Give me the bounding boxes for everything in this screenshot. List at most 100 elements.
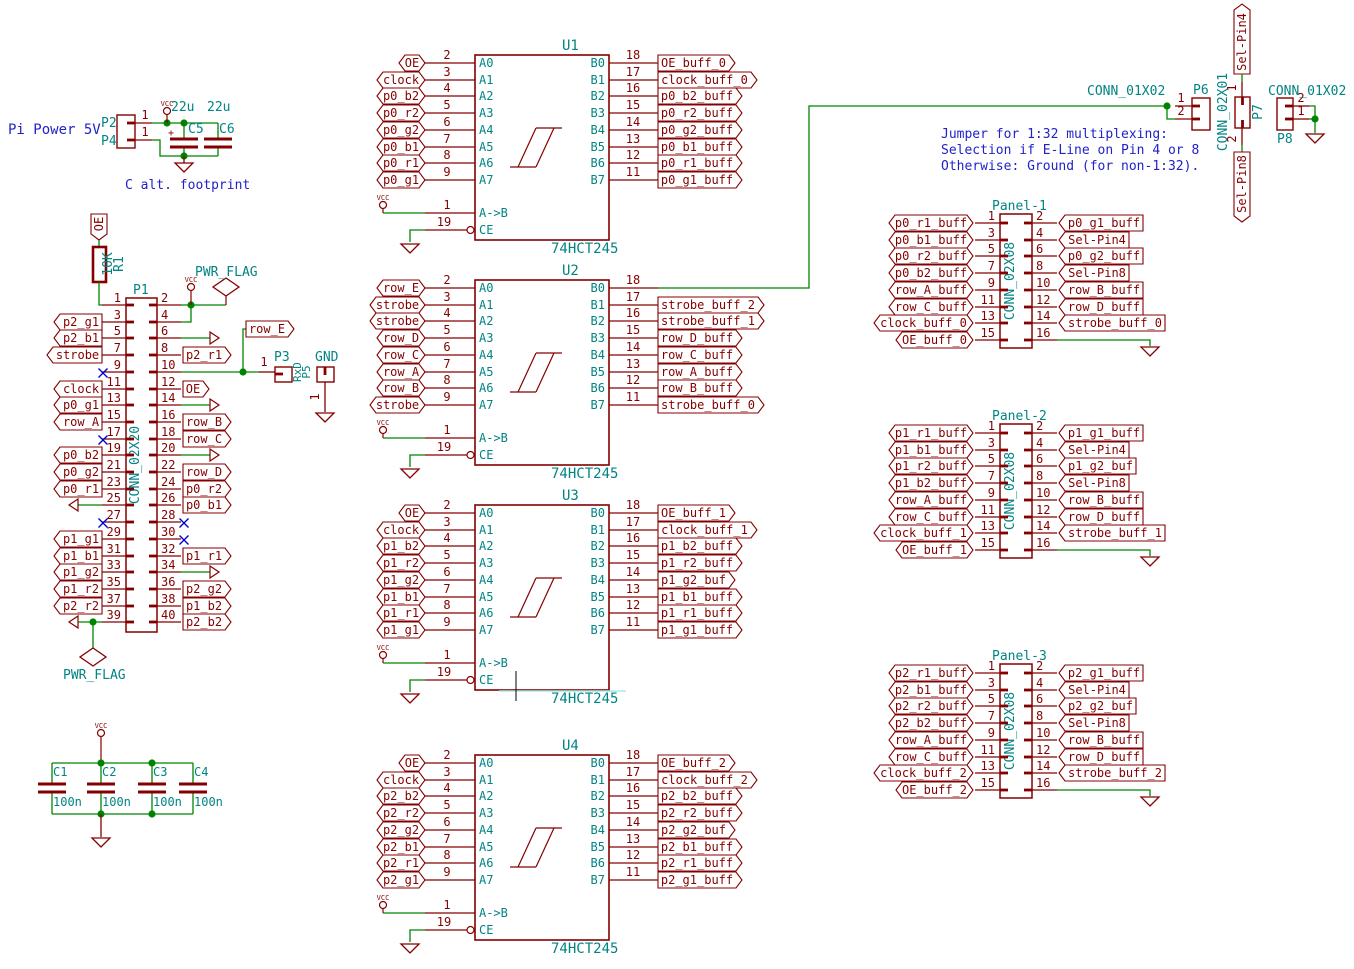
gnd-symbol[interactable] [401, 244, 419, 253]
net-label-p1_g1_buff[interactable]: p1_g1_buff [1059, 425, 1143, 441]
vcc-symbol[interactable]: VCC [95, 722, 108, 763]
net-label-strobe_buff_1[interactable]: strobe_buff_1 [1059, 525, 1165, 541]
ic-U3[interactable]: U374HCT2452A0OE18B0OE_buff_13A1clock17B1… [377, 488, 757, 707]
net-label-p1_b2[interactable]: p1_b2 [377, 538, 425, 554]
net-label-p1_g2[interactable]: p1_g2 [377, 572, 425, 588]
net-label-OE[interactable]: OE [399, 505, 425, 521]
net-label-OE[interactable]: OE [399, 55, 425, 71]
net-label-row_B[interactable]: row_B [377, 380, 425, 396]
net-label-Sel-Pin8[interactable]: Sel-Pin8 [1234, 152, 1250, 222]
gnd-symbol[interactable] [401, 469, 419, 478]
net-label-p1_g2[interactable]: p1_g2 [54, 564, 102, 580]
net-label-strobe[interactable]: strobe [47, 347, 102, 363]
net-label-p1_b1_buff[interactable]: p1_b1_buff [658, 589, 742, 605]
note-line[interactable]: Jumper for 1:32 multiplexing: [941, 127, 1168, 142]
note-c-alt[interactable]: C alt. footprint [125, 178, 250, 193]
open-arrow-flag[interactable] [69, 616, 78, 628]
net-label-strobe_buff_0[interactable]: strobe_buff_0 [658, 397, 764, 413]
net-label-p2_g2[interactable]: p2_g2 [377, 822, 425, 838]
net-label-p0_b1[interactable]: p0_b1 [183, 497, 231, 513]
net-label-p2_b2_buff[interactable]: p2_b2_buff [658, 788, 742, 804]
net-label-row_D_buff[interactable]: row_D_buff [658, 330, 742, 346]
net-label-p0_g2_buff[interactable]: p0_g2_buff [658, 122, 742, 138]
decoupling-caps[interactable]: VCCC1100nC2100nC3100nC4100n [38, 722, 223, 847]
net-label-p2_r2_buff[interactable]: p2_r2_buff [889, 698, 973, 714]
net-label-p2_g2_buf[interactable]: p2_g2_buf [1059, 698, 1136, 714]
net-label-row_C[interactable]: row_C [377, 347, 425, 363]
net-label-p0_b2_buff[interactable]: p0_b2_buff [889, 265, 973, 281]
ic-U1[interactable]: U174HCT2452A0OE18B0OE_buff_03A1clock17B1… [377, 38, 757, 257]
net-label-OE_buff_1[interactable]: OE_buff_1 [896, 542, 973, 558]
net-label-p0_b1_buff[interactable]: p0_b1_buff [889, 232, 973, 248]
net-label-strobe_buff_2[interactable]: strobe_buff_2 [658, 297, 764, 313]
net-label-row_B_buff[interactable]: row_B_buff [1059, 282, 1143, 298]
net-label-p2_b2_buff[interactable]: p2_b2_buff [889, 715, 973, 731]
net-label-p0_b2_buff[interactable]: p0_b2_buff [658, 88, 742, 104]
net-label-row_C_buff[interactable]: row_C_buff [658, 347, 742, 363]
net-label-p1_g1[interactable]: p1_g1 [377, 622, 425, 638]
vcc-symbol[interactable]: VCC [377, 194, 390, 213]
net-label-clock_buff_0[interactable]: clock_buff_0 [874, 315, 973, 331]
net-label-row_C_buff[interactable]: row_C_buff [889, 299, 973, 315]
net-label-clock_buff_1[interactable]: clock_buff_1 [658, 522, 757, 538]
net-label-Sel-Pin8[interactable]: Sel-Pin8 [1059, 475, 1129, 491]
pwr-flag-symbol[interactable]: PWR_FLAG [63, 648, 126, 683]
net-label-p0_r2_buff[interactable]: p0_r2_buff [889, 248, 973, 264]
net-label-p1_g2_buf[interactable]: p1_g2_buf [658, 572, 735, 588]
connector-body[interactable] [1192, 98, 1210, 130]
net-label-p1_b1[interactable]: p1_b1 [377, 589, 425, 605]
net-label-clock_buff_2[interactable]: clock_buff_2 [874, 765, 973, 781]
connector-Panel-3[interactable]: Panel-3CONN_02X0812p2_r1_buffp2_g1_buff3… [874, 649, 1165, 806]
net-label-row_A_buff[interactable]: row_A_buff [889, 492, 973, 508]
gnd-symbol[interactable] [175, 163, 193, 172]
net-label-p2_r1_buff[interactable]: p2_r1_buff [889, 665, 973, 681]
net-label-p2_b1_buff[interactable]: p2_b1_buff [889, 682, 973, 698]
note-pi-power[interactable]: Pi Power 5V [8, 122, 101, 138]
net-label-p2_b2[interactable]: p2_b2 [183, 614, 231, 630]
net-label-row_B_buff[interactable]: row_B_buff [1059, 492, 1143, 508]
net-label-p1_g2_buf[interactable]: p1_g2_buf [1059, 458, 1136, 474]
net-label-p2_r2_buff[interactable]: p2_r2_buff [658, 805, 742, 821]
net-label-p0_r1[interactable]: p0_r1 [54, 481, 102, 497]
vcc-symbol[interactable]: VCC [377, 644, 390, 663]
net-label-p1_r1[interactable]: p1_r1 [183, 548, 231, 564]
gnd-symbol[interactable] [1141, 557, 1159, 566]
net-label-OE_buff_2[interactable]: OE_buff_2 [896, 782, 973, 798]
net-label-p0_b2[interactable]: p0_b2 [377, 88, 425, 104]
net-label-p2_g2_buf[interactable]: p2_g2_buf [658, 822, 735, 838]
net-label-row_D[interactable]: row_D [183, 464, 231, 480]
net-label-strobe[interactable]: strobe [370, 297, 425, 313]
net-label-p1_r2[interactable]: p1_r2 [54, 581, 102, 597]
net-label-p2_g2[interactable]: p2_g2 [183, 581, 231, 597]
net-label-strobe[interactable]: strobe [370, 397, 425, 413]
open-arrow-flag[interactable] [69, 499, 78, 511]
net-label-p2_b2[interactable]: p2_b2 [377, 788, 425, 804]
capacitor-C4[interactable]: C4100n [179, 763, 223, 814]
net-label-p0_b1[interactable]: p0_b1 [377, 139, 425, 155]
net-label-p0_r1[interactable]: p0_r1 [377, 155, 425, 171]
net-label-p0_g1[interactable]: p0_g1 [54, 397, 102, 413]
net-label-p0_g2[interactable]: p0_g2 [377, 122, 425, 138]
net-label-row_D[interactable]: row_D [377, 330, 425, 346]
gnd-symbol[interactable] [401, 694, 419, 703]
connector-Panel-1[interactable]: Panel-1CONN_02X0812p0_r1_buffp0_g1_buff3… [874, 199, 1165, 356]
capacitor-C3[interactable]: C3100n [138, 763, 182, 814]
net-label-p0_g1_buff[interactable]: p0_g1_buff [1059, 215, 1143, 231]
power-header[interactable]: Pi Power 5VP2P411VCC+C522uC622uC alt. fo… [8, 100, 250, 193]
net-label-p0_g1[interactable]: p0_g1 [377, 172, 425, 188]
net-label-clock[interactable]: clock [377, 522, 425, 538]
net-label-p0_g1_buff[interactable]: p0_g1_buff [658, 172, 742, 188]
capacitor-C1[interactable]: C1100n [38, 763, 82, 814]
ic-U4[interactable]: U474HCT2452A0OE18B0OE_buff_23A1clock17B1… [377, 738, 757, 957]
net-label-OE[interactable]: OE [183, 381, 209, 397]
vcc-symbol[interactable]: VCC [377, 419, 390, 438]
open-arrow-flag[interactable] [210, 399, 219, 411]
net-label-p0_r1_buff[interactable]: p0_r1_buff [889, 215, 973, 231]
net-label-strobe_buff_2[interactable]: strobe_buff_2 [1059, 765, 1165, 781]
gnd-symbol[interactable] [1141, 347, 1159, 356]
net-label-p1_g1[interactable]: p1_g1 [54, 531, 102, 547]
net-label-vertical[interactable]: Sel-Pin4 [1234, 4, 1250, 74]
net-label-p1_b2_buff[interactable]: p1_b2_buff [889, 475, 973, 491]
net-label-p2_b1[interactable]: p2_b1 [54, 330, 102, 346]
gnd-symbol[interactable] [1141, 797, 1159, 806]
